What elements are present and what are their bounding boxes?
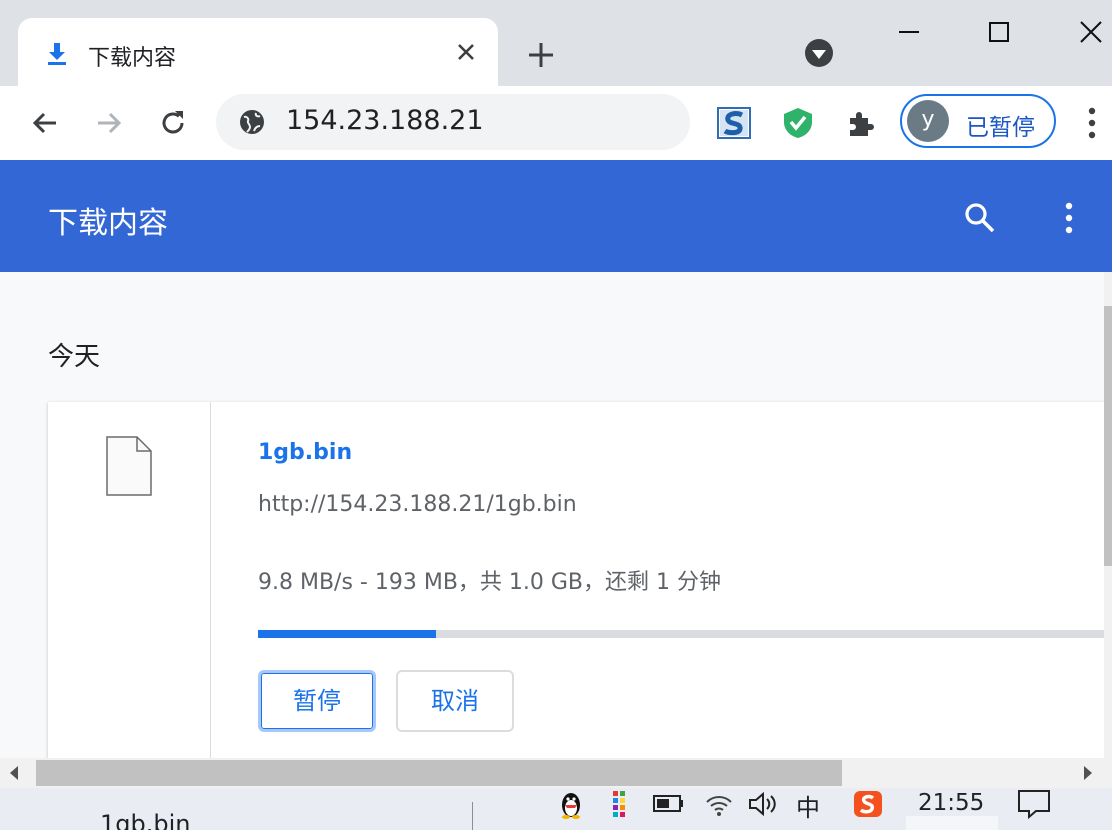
- downloads-header: 下载内容: [0, 160, 1112, 272]
- back-button[interactable]: [28, 106, 62, 140]
- color-grid-icon[interactable]: [610, 788, 630, 820]
- date-group-heading: 今天: [48, 342, 101, 372]
- battery-icon[interactable]: [652, 788, 686, 820]
- vertical-scrollbar[interactable]: [1104, 272, 1112, 758]
- pause-button[interactable]: 暂停: [258, 670, 376, 732]
- horizontal-scrollbar[interactable]: [0, 758, 1112, 788]
- download-progress-bar: [258, 630, 1104, 638]
- search-icon[interactable]: [962, 200, 998, 236]
- profile-button[interactable]: y 已暂停: [900, 94, 1056, 148]
- download-progress-fill: [258, 630, 436, 638]
- puzzle-extensions-icon[interactable]: [844, 106, 880, 140]
- maximize-window-button[interactable]: [984, 18, 1014, 46]
- tab-strip: 下载内容: [0, 0, 1112, 86]
- downloads-list: 今天 1gb.bin http://154.23.188.21/1gb.bin …: [0, 272, 1104, 758]
- page-title: 下载内容: [48, 206, 168, 241]
- download-icon: [48, 43, 66, 65]
- cancel-button[interactable]: 取消: [396, 670, 514, 732]
- url-text: 154.23.188.21: [286, 105, 484, 136]
- s-extension-icon[interactable]: [716, 106, 752, 140]
- browser-menu-icon[interactable]: [1080, 104, 1104, 142]
- file-source-url[interactable]: http://154.23.188.21/1gb.bin: [258, 492, 577, 517]
- minimize-window-button[interactable]: [894, 18, 924, 46]
- avatar: y: [907, 100, 949, 142]
- reload-button[interactable]: [156, 106, 190, 140]
- ime-indicator[interactable]: 中: [796, 788, 820, 823]
- qq-penguin-icon[interactable]: [556, 788, 586, 820]
- volume-icon[interactable]: [746, 788, 780, 820]
- address-bar[interactable]: 154.23.188.21: [216, 94, 690, 150]
- tab-title: 下载内容: [88, 46, 177, 71]
- scroll-right-arrow-icon[interactable]: [1084, 766, 1092, 780]
- horizontal-scrollbar-thumb[interactable]: [36, 760, 842, 786]
- forward-button[interactable]: [92, 106, 126, 140]
- file-icon-area: [48, 402, 211, 758]
- tab-search-button[interactable]: [804, 38, 834, 68]
- shield-extension-icon[interactable]: [780, 106, 816, 140]
- clock-date-area: [906, 816, 998, 830]
- taskbar: 1gb.bin 中 21:55: [0, 788, 1112, 830]
- download-status-text: 9.8 MB/s - 193 MB，共 1.0 GB，还剩 1 分钟: [258, 570, 722, 595]
- close-window-button[interactable]: [1074, 16, 1108, 48]
- more-options-icon[interactable]: [1056, 198, 1082, 238]
- wifi-icon[interactable]: [704, 788, 734, 820]
- sogou-input-icon[interactable]: [852, 788, 884, 820]
- new-tab-button[interactable]: [524, 38, 558, 72]
- close-tab-icon[interactable]: [452, 38, 480, 66]
- browser-toolbar: 154.23.188.21 y 已暂停: [0, 86, 1112, 161]
- taskbar-separator: [472, 802, 473, 830]
- taskbar-download-item[interactable]: 1gb.bin: [100, 810, 190, 830]
- system-clock[interactable]: 21:55: [918, 790, 984, 816]
- download-spinner-icon: [39, 820, 77, 830]
- tab-downloads[interactable]: 下载内容: [18, 18, 498, 86]
- profile-status-label: 已暂停: [966, 115, 1035, 141]
- vertical-scrollbar-thumb[interactable]: [1104, 306, 1112, 566]
- download-item-card: 1gb.bin http://154.23.188.21/1gb.bin 9.8…: [48, 402, 1104, 758]
- scroll-left-arrow-icon[interactable]: [10, 766, 18, 780]
- notification-center-icon[interactable]: [1016, 788, 1052, 820]
- file-icon: [106, 436, 152, 496]
- globe-icon[interactable]: [238, 108, 266, 136]
- file-name-link[interactable]: 1gb.bin: [258, 440, 352, 465]
